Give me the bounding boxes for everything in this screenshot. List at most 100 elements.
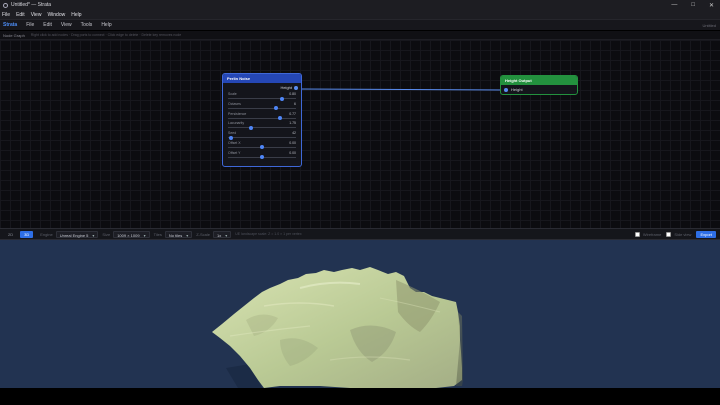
export-button[interactable]: Export — [696, 231, 716, 238]
perlin-param-row: Offset Y 0.00 — [223, 151, 301, 161]
param-value: 1.75 — [289, 121, 296, 126]
os-menu-window[interactable]: Window — [47, 12, 65, 18]
toolbar-right: Wireframe Side view Export — [634, 231, 716, 238]
terrain-mesh[interactable] — [0, 240, 720, 388]
param-slider-thumb[interactable] — [273, 106, 278, 111]
perlin-param-row: Octaves 6 — [223, 102, 301, 112]
scale-info: UE landscape scale: Z = 1.0 × 1 per vert… — [235, 232, 302, 236]
param-slider-thumb[interactable] — [260, 145, 264, 150]
os-menu-bar: File Edit View Window Help — [0, 10, 720, 19]
param-label: Scale — [228, 92, 237, 96]
scale-select[interactable]: 1x ▾ — [213, 230, 232, 238]
window-controls: — □ ✕ — [671, 0, 714, 10]
height-output-node[interactable]: Height Output Height — [500, 75, 578, 95]
engine-value: Unreal Engine 5 — [59, 232, 89, 238]
minimize-icon[interactable]: — — [671, 2, 677, 8]
tiles-value: No tiles — [168, 232, 183, 238]
size-value: 1009 × 1009 — [117, 232, 140, 238]
param-value: 0.00 — [289, 150, 296, 155]
tab-3d[interactable]: 3D — [20, 230, 34, 238]
perlin-noise-node[interactable]: Perlin Noise Height Scale 0.80 Octaves 6 Per… — [222, 73, 302, 167]
output-input-label: Height — [511, 87, 523, 92]
engine-select[interactable]: Unreal Engine 5 ▾ — [55, 230, 99, 238]
wireframe-label: Wireframe — [642, 232, 662, 237]
param-value: 6 — [294, 101, 296, 106]
param-slider-track[interactable] — [228, 145, 296, 150]
param-label: Persistence — [228, 111, 247, 116]
app-menu-view[interactable]: View — [61, 22, 72, 28]
param-slider-thumb[interactable] — [249, 125, 254, 130]
app-menu-edit[interactable]: Edit — [43, 22, 52, 28]
param-slider-thumb[interactable] — [278, 116, 283, 121]
os-menu-file[interactable]: File — [2, 12, 10, 18]
param-slider-track[interactable] — [228, 96, 296, 101]
output-node-title: Height Output — [501, 76, 577, 85]
window-titlebar: Untitled* — Strata — □ ✕ — [0, 0, 720, 10]
app-menu-tools[interactable]: Tools — [81, 22, 93, 28]
param-label: Octaves — [228, 101, 241, 106]
param-value: 0.80 — [289, 92, 296, 96]
perlin-node-title: Perlin Noise — [223, 74, 301, 83]
tiles-select[interactable]: No tiles ▾ — [164, 230, 193, 238]
terrain-3d-viewport[interactable] — [0, 240, 720, 388]
window-title: Untitled* — Strata — [11, 2, 52, 8]
app-menu-help[interactable]: Help — [101, 22, 111, 28]
param-label: Lacunarity — [228, 121, 245, 126]
preview-toolbar: 2D 3D Engine Unreal Engine 5 ▾ Size 1009 … — [0, 228, 720, 240]
param-slider-track[interactable] — [228, 116, 296, 121]
perlin-params: Scale 0.80 Octaves 6 Persistence 0.77 Lacunari… — [223, 92, 301, 161]
close-icon[interactable]: ✕ — [709, 2, 714, 9]
perlin-param-row: Persistence 0.77 — [223, 112, 301, 122]
document-name: Untitled — [702, 22, 716, 28]
param-label: Seed — [228, 131, 237, 136]
chevron-down-icon: ▾ — [143, 232, 146, 238]
param-slider-track[interactable] — [228, 155, 296, 160]
param-slider-thumb[interactable] — [228, 135, 233, 140]
side-view-label: Side view — [674, 232, 692, 237]
os-menu-view[interactable]: View — [31, 12, 42, 18]
param-label: Offset Y — [228, 150, 241, 155]
os-menu-edit[interactable]: Edit — [16, 12, 25, 18]
output-input-row: Height — [501, 85, 577, 94]
perlin-param-row: Lacunarity 1.75 — [223, 121, 301, 131]
maximize-icon[interactable]: □ — [691, 2, 695, 8]
param-slider-track[interactable] — [228, 125, 296, 130]
size-label: Size — [102, 231, 111, 237]
node-graph-canvas[interactable]: Perlin Noise Height Scale 0.80 Octaves 6 Per… — [0, 40, 720, 228]
wireframe-checkbox[interactable] — [634, 232, 640, 237]
graph-title: Node Graph — [3, 32, 25, 38]
param-value: 0.77 — [289, 111, 296, 116]
chevron-down-icon: ▾ — [225, 232, 228, 238]
perlin-output-port[interactable] — [294, 85, 298, 90]
perlin-output-label: Height — [280, 85, 292, 90]
scale-label: Z-Scale — [196, 231, 211, 237]
app-brand: Strata — [3, 22, 18, 28]
perlin-param-row: Offset X 0.00 — [223, 141, 301, 151]
param-label: Offset X — [228, 140, 241, 145]
connection-wire[interactable] — [0, 40, 720, 228]
chevron-down-icon: ▾ — [186, 232, 189, 238]
perlin-param-row: Scale 0.80 — [223, 92, 301, 102]
graph-hint: Right click to add nodes · Drag ports to… — [30, 33, 182, 37]
perlin-param-row: Seed 42 — [223, 131, 301, 141]
side-view-checkbox[interactable] — [666, 232, 672, 237]
param-value: 42 — [292, 131, 296, 136]
app-logo-icon — [3, 2, 8, 8]
param-slider-thumb[interactable] — [280, 96, 285, 101]
tab-2d[interactable]: 2D — [4, 231, 17, 238]
output-input-port[interactable] — [504, 87, 508, 92]
param-value: 0.00 — [289, 140, 296, 145]
param-slider-track[interactable] — [228, 106, 296, 111]
param-slider-track[interactable] — [228, 135, 296, 140]
app-menu-file[interactable]: File — [26, 22, 34, 28]
param-slider-thumb[interactable] — [260, 155, 264, 160]
bottom-bar — [0, 388, 720, 405]
tiles-label: Tiles — [153, 231, 162, 237]
os-menu-help[interactable]: Help — [71, 12, 81, 18]
chevron-down-icon: ▾ — [92, 232, 95, 238]
engine-label: Engine — [40, 231, 53, 237]
perlin-output-row: Height — [223, 83, 301, 92]
app-menu-bar: Strata File Edit View Tools Help Untitle… — [0, 19, 720, 30]
size-select[interactable]: 1009 × 1009 ▾ — [113, 230, 150, 238]
scale-value: 1x — [217, 232, 222, 238]
